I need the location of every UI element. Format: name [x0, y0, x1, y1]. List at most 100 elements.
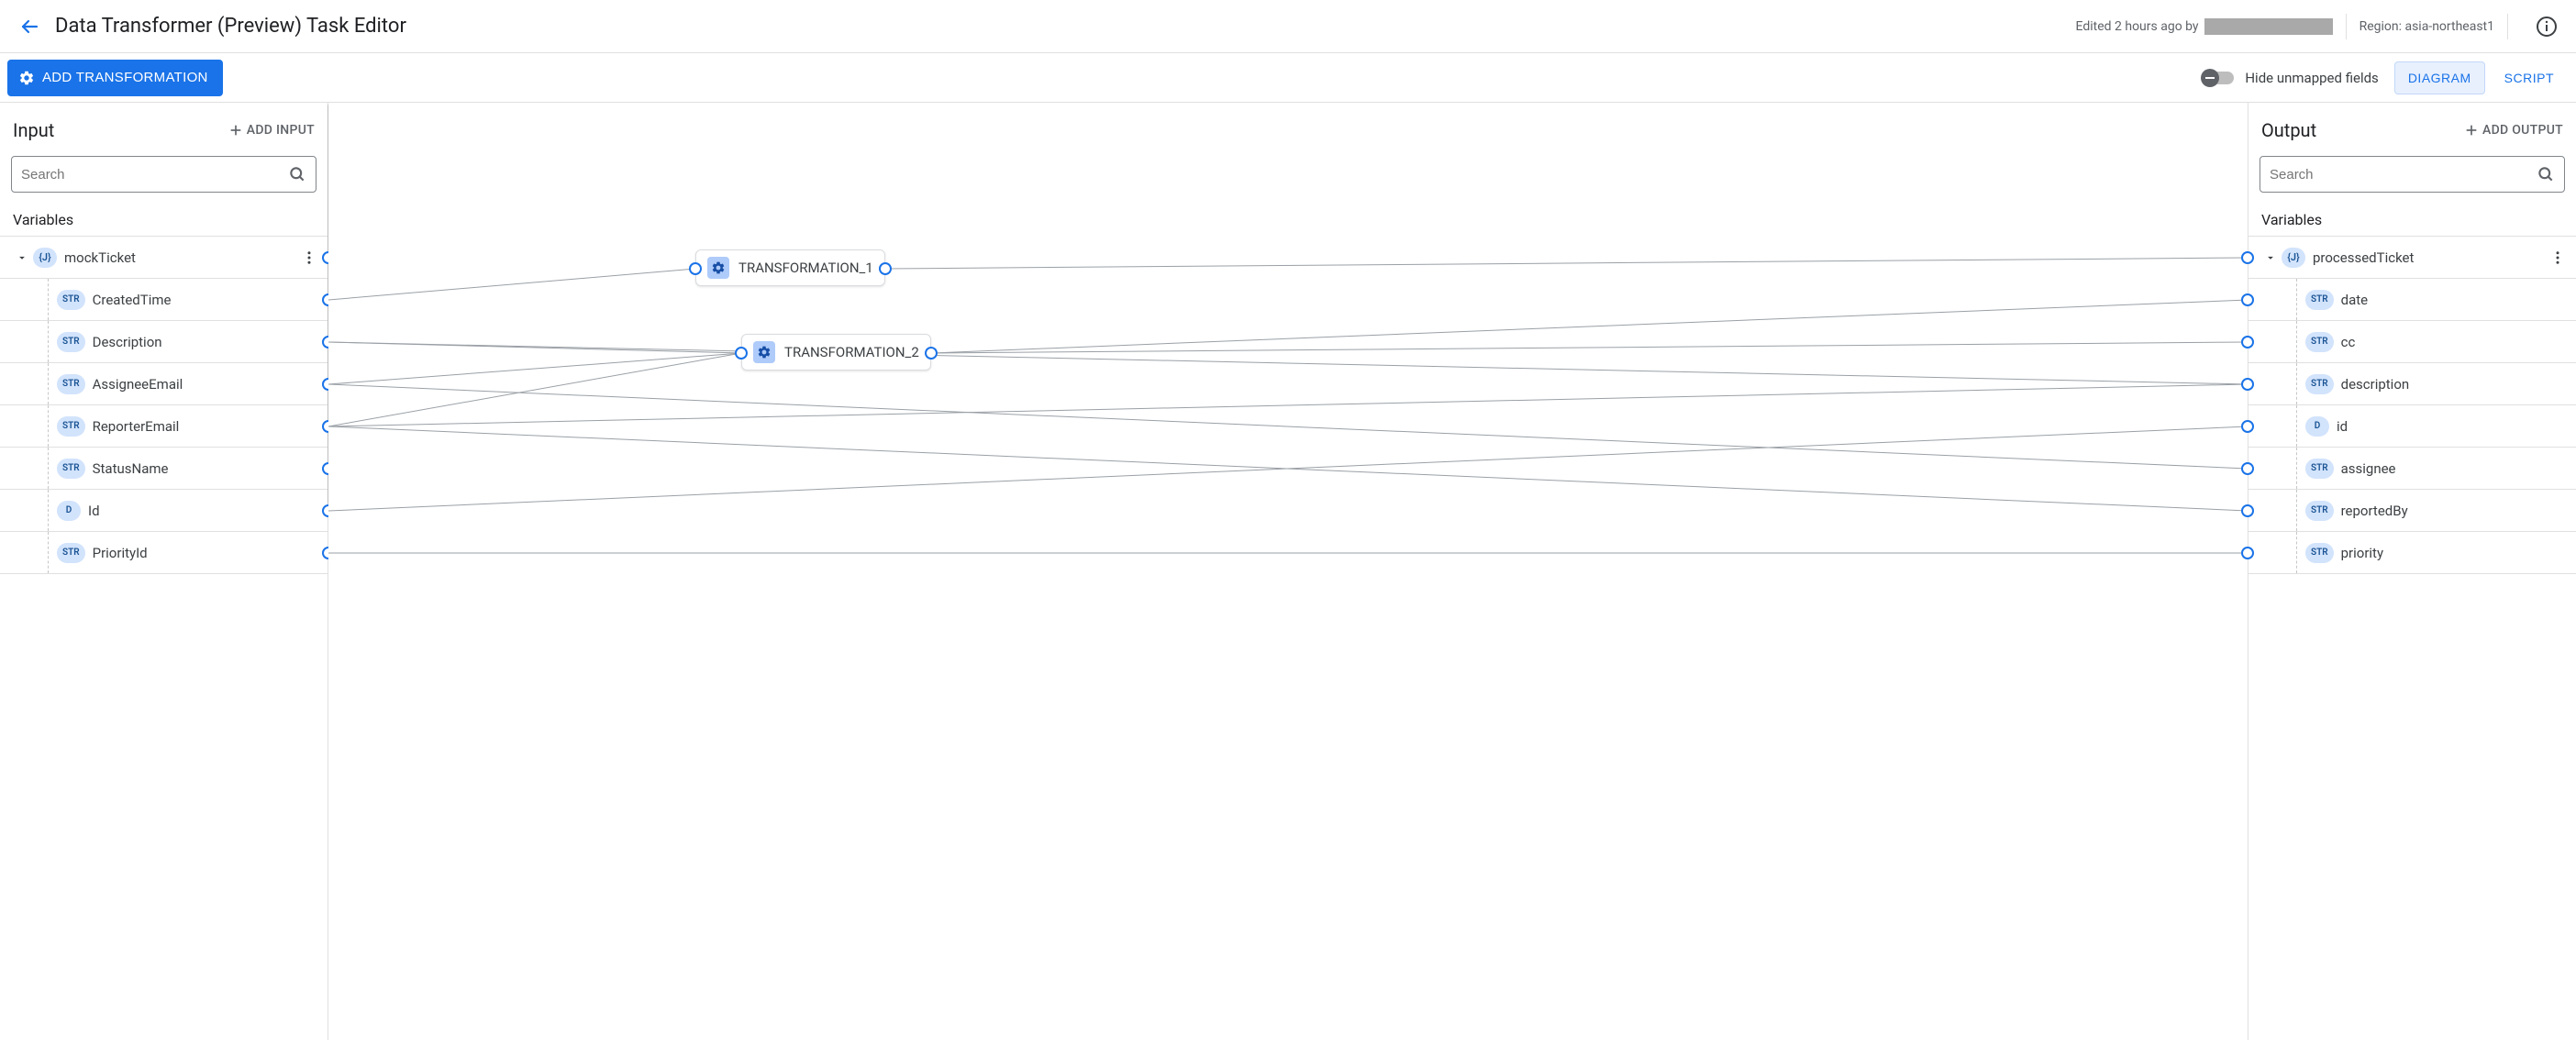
add-transformation-button[interactable]: ADD TRANSFORMATION	[7, 60, 223, 96]
hide-unmapped-label: Hide unmapped fields	[2245, 70, 2378, 86]
type-badge: STR	[2305, 459, 2334, 479]
plus-icon	[228, 123, 243, 138]
node-label: TRANSFORMATION_1	[738, 260, 873, 276]
output-search[interactable]	[2260, 156, 2565, 193]
field-port[interactable]	[2241, 336, 2254, 349]
arrow-left-icon	[18, 16, 40, 38]
add-input-button[interactable]: ADD INPUT	[228, 123, 315, 138]
field-name: priority	[2341, 545, 2569, 561]
variable-root[interactable]: {J} mockTicket	[0, 237, 328, 279]
field-name: ReporterEmail	[93, 418, 320, 435]
field-name: Id	[88, 503, 320, 519]
field-name: id	[2337, 418, 2569, 435]
field-port[interactable]	[2241, 462, 2254, 475]
node-input-port[interactable]	[689, 262, 702, 275]
variable-field[interactable]: D Id	[0, 490, 328, 532]
diagram-canvas[interactable]: TRANSFORMATION_1 TRANSFORMATION_2	[328, 103, 2248, 1040]
output-variables-label: Variables	[2248, 202, 2576, 236]
field-port[interactable]	[2241, 378, 2254, 391]
edited-by-text: Edited 2 hours ago by	[2076, 19, 2199, 34]
type-badge: STR	[57, 374, 85, 394]
field-port[interactable]	[2241, 420, 2254, 433]
row-menu-button[interactable]	[298, 247, 320, 269]
variable-field[interactable]: STR description	[2248, 363, 2576, 405]
add-output-button[interactable]: ADD OUTPUT	[2464, 123, 2563, 138]
region-label: Region: asia-northeast1	[2359, 19, 2494, 34]
input-panel-title: Input	[13, 119, 54, 141]
output-panel: Output ADD OUTPUT Variables {J} processe…	[2248, 103, 2576, 1040]
variable-field[interactable]: STR CreatedTime	[0, 279, 328, 321]
input-panel: Input ADD INPUT Variables {J} mockTicket	[0, 103, 328, 1040]
variable-field[interactable]: D id	[2248, 405, 2576, 448]
field-port[interactable]	[2241, 251, 2254, 264]
gear-icon	[753, 341, 775, 363]
type-badge: {J}	[2282, 248, 2305, 268]
variable-field[interactable]: STR date	[2248, 279, 2576, 321]
field-port[interactable]	[2241, 504, 2254, 517]
field-name: cc	[2341, 334, 2569, 350]
type-badge: D	[2305, 416, 2329, 437]
add-input-label: ADD INPUT	[247, 123, 315, 138]
node-output-port[interactable]	[879, 262, 892, 275]
node-input-port[interactable]	[735, 347, 748, 360]
variable-field[interactable]: STR PriorityId	[0, 532, 328, 574]
type-badge: STR	[2305, 501, 2334, 521]
row-menu-button[interactable]	[2547, 247, 2569, 269]
variable-field[interactable]: STR reportedBy	[2248, 490, 2576, 532]
type-badge: STR	[57, 332, 85, 352]
info-icon	[2536, 16, 2558, 38]
field-name: StatusName	[93, 460, 320, 477]
output-search-field[interactable]	[2270, 167, 2537, 183]
minus-icon	[2201, 69, 2219, 87]
variable-field[interactable]: STR cc	[2248, 321, 2576, 363]
node-output-port[interactable]	[925, 347, 938, 360]
field-port[interactable]	[2241, 547, 2254, 559]
variable-field[interactable]: STR AssigneeEmail	[0, 363, 328, 405]
tab-script[interactable]: SCRIPT	[2491, 61, 2568, 94]
gear-icon	[707, 257, 729, 279]
variable-field[interactable]: STR Description	[0, 321, 328, 363]
field-name: description	[2341, 376, 2569, 393]
variable-field[interactable]: STR priority	[2248, 532, 2576, 574]
field-port[interactable]	[2241, 293, 2254, 306]
variable-field[interactable]: STR ReporterEmail	[0, 405, 328, 448]
field-name: Description	[93, 334, 320, 350]
type-badge: STR	[57, 543, 85, 563]
variable-name: mockTicket	[64, 249, 298, 266]
variable-field[interactable]: STR StatusName	[0, 448, 328, 490]
main-area: Input ADD INPUT Variables {J} mockTicket	[0, 103, 2576, 1040]
input-variables-label: Variables	[0, 202, 328, 236]
node-label: TRANSFORMATION_2	[784, 344, 919, 360]
transformation-node-2[interactable]: TRANSFORMATION_2	[741, 334, 931, 371]
edited-by: Edited 2 hours ago by	[2076, 18, 2333, 35]
back-button[interactable]	[11, 8, 48, 45]
type-badge: STR	[2305, 290, 2334, 310]
input-search[interactable]	[11, 156, 316, 193]
edited-by-user-redacted	[2204, 18, 2333, 35]
search-icon	[288, 165, 306, 183]
chevron-down-icon[interactable]	[2260, 247, 2282, 269]
search-icon	[2537, 165, 2555, 183]
gear-icon	[18, 70, 35, 86]
variable-root[interactable]: {J} processedTicket	[2248, 237, 2576, 279]
chevron-down-icon[interactable]	[11, 247, 33, 269]
variable-name: processedTicket	[2313, 249, 2547, 266]
divider	[2507, 14, 2508, 39]
type-badge: STR	[2305, 332, 2334, 352]
type-badge: STR	[57, 416, 85, 437]
field-name: AssigneeEmail	[93, 376, 320, 393]
add-output-label: ADD OUTPUT	[2482, 123, 2563, 138]
field-name: reportedBy	[2341, 503, 2569, 519]
toolbar: ADD TRANSFORMATION Hide unmapped fields …	[0, 53, 2576, 103]
type-badge: STR	[57, 290, 85, 310]
transformation-node-1[interactable]: TRANSFORMATION_1	[695, 249, 885, 286]
type-badge: {J}	[33, 248, 57, 268]
hide-unmapped-toggle[interactable]	[2203, 69, 2236, 87]
type-badge: D	[57, 501, 81, 521]
info-button[interactable]	[2528, 8, 2565, 45]
editor-header: Data Transformer (Preview) Task Editor E…	[0, 0, 2576, 53]
variable-field[interactable]: STR assignee	[2248, 448, 2576, 490]
input-search-field[interactable]	[21, 167, 288, 183]
type-badge: STR	[2305, 374, 2334, 394]
tab-diagram[interactable]: DIAGRAM	[2394, 61, 2485, 94]
